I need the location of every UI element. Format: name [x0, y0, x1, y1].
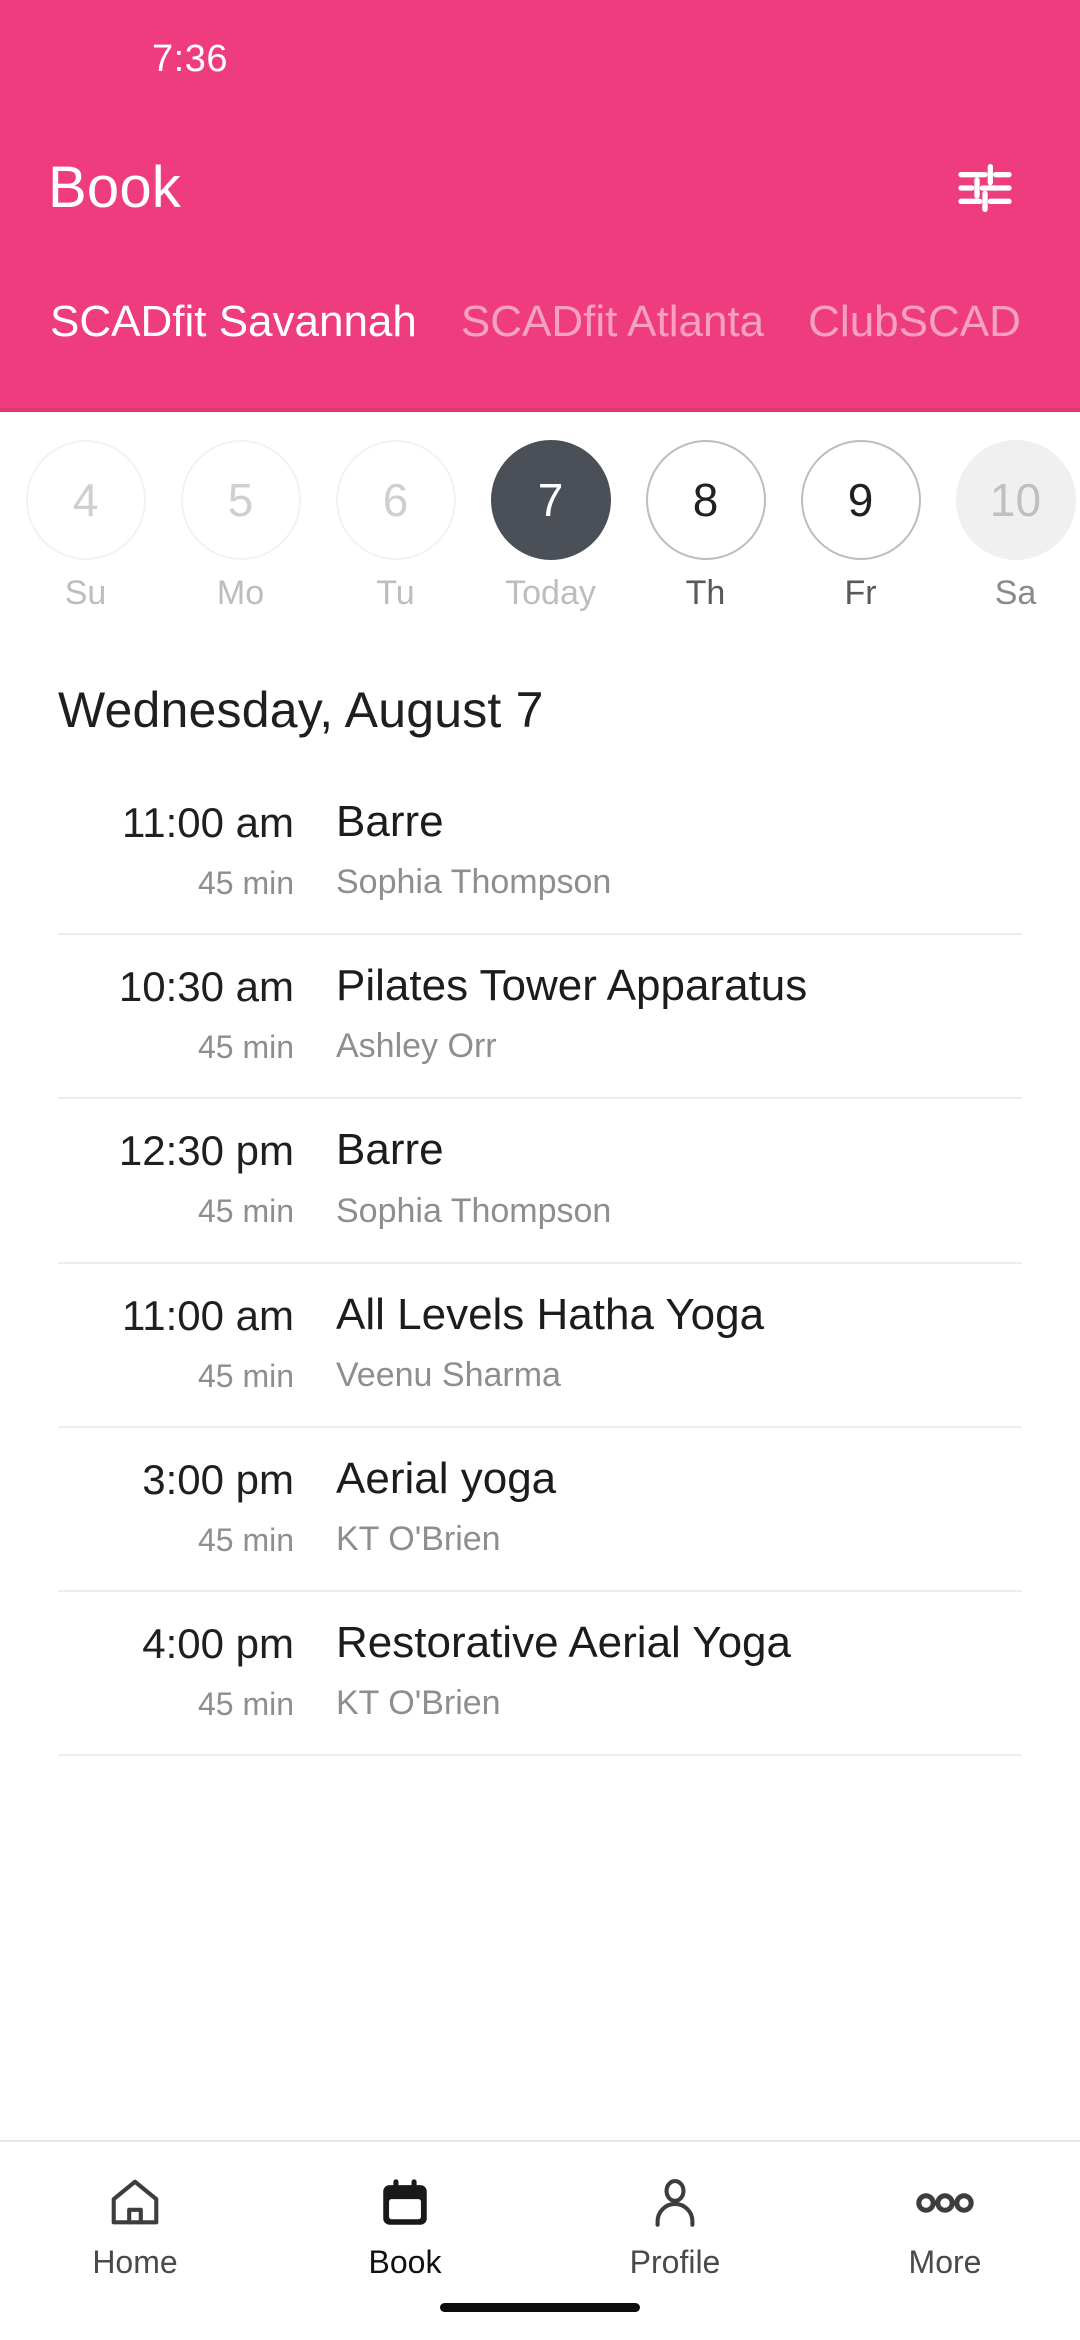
class-time-column: 4:00 pm 45 min: [58, 1620, 336, 1720]
class-list: 11:00 am 45 min Barre Sophia Thompson 10…: [0, 777, 1080, 1757]
location-tabs[interactable]: SCADfit Savannah SCADfit Atlanta ClubSCA…: [0, 258, 1080, 386]
class-name: Pilates Tower Apparatus: [336, 961, 808, 1011]
class-row[interactable]: 4:00 pm 45 min Restorative Aerial Yoga K…: [58, 1592, 1022, 1757]
class-time: 11:00 am: [122, 1291, 294, 1339]
date-weekday: Mo: [216, 573, 265, 612]
class-row[interactable]: 11:00 am 45 min All Levels Hatha Yoga Ve…: [58, 1264, 1022, 1428]
class-time: 11:00 am: [122, 799, 294, 846]
schedule-content: Wednesday, August 7 11:00 am 45 min Barr…: [0, 637, 1080, 2140]
class-info-column: Pilates Tower Apparatus Ashley Orr: [336, 961, 1022, 1066]
class-time: 10:30 am: [118, 963, 294, 1011]
date-weekday: Th: [685, 573, 726, 612]
date-number: 8: [645, 439, 766, 560]
class-instructor: Ashley Orr: [336, 1027, 497, 1066]
date-item-6[interactable]: 6 Tu: [318, 439, 473, 612]
date-number: 4: [25, 439, 146, 560]
date-item-8[interactable]: 8 Th: [628, 439, 783, 612]
class-time-column: 3:00 pm 45 min: [58, 1456, 336, 1556]
class-instructor: Sophia Thompson: [336, 863, 612, 902]
date-strip[interactable]: 4 Su 5 Mo 6 Tu 7 Today 8 Th 9 Fr 10 Sa: [0, 412, 1080, 637]
class-duration: 45 min: [197, 1357, 294, 1394]
app-root: 7:36 Book SCADfit Savannah SCADfit Atlan…: [0, 0, 1080, 2340]
nav-label-more: More: [908, 2244, 982, 2280]
class-row[interactable]: 11:00 am 45 min Barre Sophia Thompson: [58, 777, 1022, 936]
tab-clubscad[interactable]: ClubSCAD: [786, 300, 1043, 344]
class-row[interactable]: 12:30 pm 45 min Barre Sophia Thompson: [58, 1099, 1022, 1264]
date-item-10[interactable]: 10 Sa: [938, 439, 1080, 612]
nav-label-home: Home: [92, 2244, 178, 2280]
page-title: Book: [48, 155, 181, 220]
nav-item-more[interactable]: More: [810, 2170, 1080, 2278]
date-item-9[interactable]: 9 Fr: [783, 439, 938, 612]
date-weekday: Fr: [844, 573, 877, 612]
class-row[interactable]: 10:30 am 45 min Pilates Tower Apparatus …: [58, 935, 1022, 1100]
class-instructor: Sophia Thompson: [336, 1191, 612, 1230]
app-header: 7:36 Book SCADfit Savannah SCADfit Atlan…: [0, 0, 1080, 412]
date-item-5[interactable]: 5 Mo: [163, 439, 318, 612]
class-instructor: Veenu Sharma: [336, 1355, 561, 1394]
app-bar: Book: [0, 118, 1080, 258]
class-time: 4:00 pm: [142, 1619, 294, 1667]
date-weekday: Sa: [994, 573, 1037, 612]
class-row[interactable]: 3:00 pm 45 min Aerial yoga KT O'Brien: [58, 1428, 1022, 1592]
nav-item-home[interactable]: Home: [0, 2170, 270, 2278]
home-indicator[interactable]: [440, 2303, 640, 2312]
class-time-column: 10:30 am 45 min: [58, 963, 336, 1066]
class-name: Aerial yoga: [336, 1453, 557, 1503]
class-time-column: 11:00 am 45 min: [58, 799, 336, 899]
date-number: 7: [490, 439, 611, 560]
date-weekday: Today: [505, 573, 596, 612]
more-dots-icon: [916, 2170, 974, 2236]
home-icon: [106, 2170, 164, 2236]
class-name: Restorative Aerial Yoga: [336, 1617, 791, 1667]
class-duration: 45 min: [197, 1686, 294, 1723]
nav-label-profile: Profile: [629, 2244, 721, 2280]
date-number: 9: [800, 439, 921, 560]
class-info-column: Barre Sophia Thompson: [336, 1125, 1022, 1230]
nav-item-book[interactable]: Book: [270, 2170, 540, 2278]
nav-item-profile[interactable]: Profile: [540, 2170, 810, 2278]
class-instructor: KT O'Brien: [336, 1684, 501, 1723]
class-duration: 45 min: [197, 1193, 294, 1230]
status-bar-clock: 7:36: [152, 38, 228, 80]
tab-scadfit-atlanta[interactable]: SCADfit Atlanta: [439, 300, 786, 344]
date-number: 6: [335, 439, 456, 560]
date-number: 5: [180, 439, 301, 560]
class-duration: 45 min: [197, 865, 294, 902]
person-icon: [646, 2170, 704, 2236]
class-name: All Levels Hatha Yoga: [336, 1289, 765, 1339]
date-item-4[interactable]: 4 Su: [8, 439, 163, 612]
tab-scadfit-savannah[interactable]: SCADfit Savannah: [28, 300, 439, 344]
class-time-column: 11:00 am 45 min: [58, 1292, 336, 1392]
date-weekday: Su: [64, 573, 107, 612]
status-bar: 7:36: [0, 0, 1080, 118]
class-instructor: KT O'Brien: [336, 1519, 501, 1558]
nav-label-book: Book: [368, 2244, 442, 2280]
class-info-column: Restorative Aerial Yoga KT O'Brien: [336, 1617, 1022, 1723]
class-info-column: Aerial yoga KT O'Brien: [336, 1453, 1022, 1558]
class-time: 12:30 pm: [118, 1127, 294, 1175]
class-time: 3:00 pm: [142, 1455, 294, 1503]
date-number: 10: [955, 439, 1076, 560]
class-name: Barre: [336, 1125, 444, 1175]
calendar-icon: [376, 2170, 434, 2236]
date-weekday: Tu: [376, 573, 415, 612]
class-name: Barre: [336, 797, 444, 846]
class-duration: 45 min: [197, 1521, 294, 1558]
date-item-7-today[interactable]: 7 Today: [473, 439, 628, 612]
tune-filter-icon: [953, 156, 1017, 220]
day-title: Wednesday, August 7: [58, 682, 544, 738]
class-duration: 45 min: [197, 1029, 294, 1066]
class-time-column: 12:30 pm 45 min: [58, 1127, 336, 1230]
class-info-column: Barre Sophia Thompson: [336, 797, 1022, 902]
filter-button[interactable]: [942, 145, 1028, 231]
class-info-column: All Levels Hatha Yoga Veenu Sharma: [336, 1289, 1022, 1394]
header-divider: [0, 408, 1080, 412]
